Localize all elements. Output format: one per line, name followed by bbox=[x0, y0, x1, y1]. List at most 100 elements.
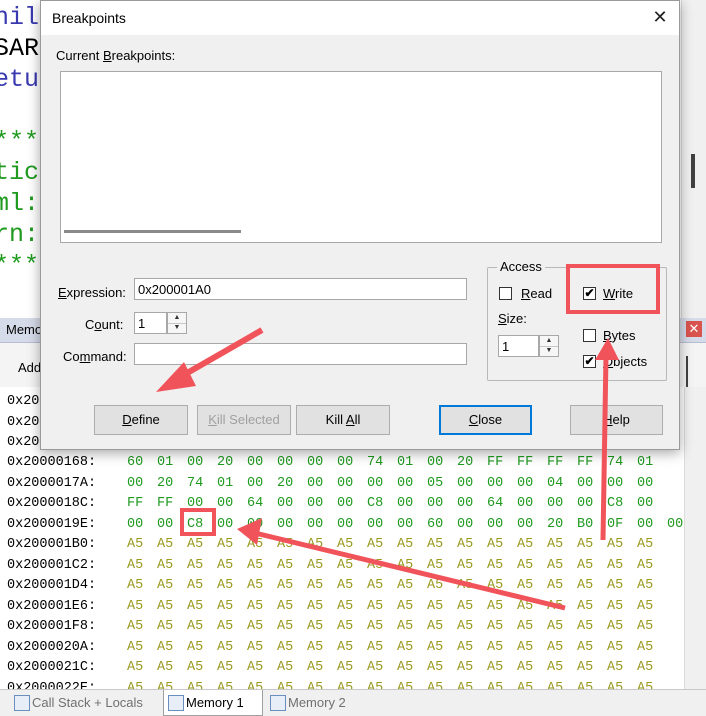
memory-byte[interactable]: A5 bbox=[367, 617, 397, 637]
memory-byte[interactable]: A5 bbox=[547, 638, 577, 658]
memory-byte[interactable]: A5 bbox=[607, 617, 637, 637]
memory-byte[interactable]: 00 bbox=[457, 474, 487, 494]
memory-byte[interactable]: A5 bbox=[337, 658, 367, 678]
memory-byte[interactable]: 00 bbox=[187, 453, 217, 473]
memory-byte[interactable]: A5 bbox=[637, 556, 667, 576]
read-checkbox[interactable] bbox=[499, 287, 512, 300]
memory-byte[interactable]: 64 bbox=[247, 494, 277, 514]
memory-byte[interactable]: 00 bbox=[247, 515, 277, 535]
dialog-titlebar[interactable]: Breakpoints ✕ bbox=[41, 1, 679, 35]
memory-byte[interactable]: A5 bbox=[547, 597, 577, 617]
memory-byte[interactable]: A5 bbox=[127, 597, 157, 617]
tab-memory-1[interactable]: Memory 1 bbox=[163, 690, 263, 716]
memory-byte[interactable]: A5 bbox=[337, 617, 367, 637]
memory-byte[interactable]: A5 bbox=[607, 576, 637, 596]
memory-byte[interactable]: 74 bbox=[607, 453, 637, 473]
memory-byte[interactable]: A5 bbox=[547, 535, 577, 555]
memory-byte[interactable]: A5 bbox=[247, 597, 277, 617]
memory-byte[interactable]: A5 bbox=[637, 658, 667, 678]
memory-byte[interactable]: A5 bbox=[427, 535, 457, 555]
memory-byte[interactable]: A5 bbox=[127, 617, 157, 637]
memory-byte[interactable]: A5 bbox=[277, 638, 307, 658]
memory-byte[interactable]: A5 bbox=[547, 556, 577, 576]
memory-byte[interactable]: 00 bbox=[517, 494, 547, 514]
memory-byte[interactable]: 01 bbox=[157, 453, 187, 473]
memory-byte[interactable]: A5 bbox=[607, 597, 637, 617]
memory-byte[interactable]: A5 bbox=[187, 556, 217, 576]
memory-byte[interactable]: A5 bbox=[307, 597, 337, 617]
memory-byte[interactable]: A5 bbox=[247, 576, 277, 596]
memory-byte[interactable]: A5 bbox=[217, 597, 247, 617]
memory-byte[interactable]: 00 bbox=[307, 515, 337, 535]
memory-byte[interactable]: A5 bbox=[367, 597, 397, 617]
memory-byte[interactable]: FF bbox=[157, 494, 187, 514]
memory-byte[interactable]: A5 bbox=[637, 638, 667, 658]
memory-row[interactable]: 0x200001F8: A5 A5 A5 A5 A5 A5 A5 A5 A5 A5 A5 A5 A5 A5 A… bbox=[7, 617, 667, 637]
memory-byte[interactable]: A5 bbox=[217, 535, 247, 555]
memory-byte[interactable]: 20 bbox=[277, 474, 307, 494]
memory-byte[interactable]: A5 bbox=[217, 556, 247, 576]
memory-byte[interactable]: A5 bbox=[457, 638, 487, 658]
memory-byte[interactable]: A5 bbox=[157, 617, 187, 637]
memory-byte[interactable]: A5 bbox=[397, 535, 427, 555]
kill-selected-button[interactable]: Kill Selected bbox=[197, 405, 291, 435]
memory-byte[interactable]: 20 bbox=[157, 474, 187, 494]
memory-byte[interactable]: A5 bbox=[517, 576, 547, 596]
memory-byte[interactable]: 64 bbox=[487, 494, 517, 514]
memory-byte[interactable]: 20 bbox=[547, 515, 577, 535]
memory-byte[interactable]: 00 bbox=[217, 515, 247, 535]
memory-byte[interactable]: 20 bbox=[217, 453, 247, 473]
memory-byte[interactable]: A5 bbox=[457, 535, 487, 555]
memory-byte[interactable]: A5 bbox=[187, 597, 217, 617]
memory-byte[interactable]: A5 bbox=[307, 535, 337, 555]
memory-byte[interactable]: A5 bbox=[577, 556, 607, 576]
memory-byte[interactable]: A5 bbox=[577, 617, 607, 637]
memory-byte[interactable]: 00 bbox=[187, 494, 217, 514]
memory-byte[interactable]: FF bbox=[127, 494, 157, 514]
memory-byte[interactable]: A5 bbox=[637, 597, 667, 617]
write-checkbox[interactable]: ✔ bbox=[583, 287, 596, 300]
memory-byte[interactable]: 00 bbox=[217, 494, 247, 514]
memory-byte[interactable]: A5 bbox=[487, 597, 517, 617]
memory-byte[interactable]: A5 bbox=[247, 638, 277, 658]
memory-scrollbar[interactable] bbox=[684, 387, 706, 689]
memory-byte[interactable]: A5 bbox=[457, 658, 487, 678]
help-button[interactable]: Help bbox=[570, 405, 663, 435]
memory-byte[interactable]: A5 bbox=[367, 658, 397, 678]
memory-byte[interactable]: 00 bbox=[397, 494, 427, 514]
memory-byte[interactable]: 74 bbox=[187, 474, 217, 494]
memory-byte[interactable]: A5 bbox=[427, 597, 457, 617]
expression-input[interactable]: 0x200001A0 bbox=[134, 278, 467, 300]
memory-byte[interactable]: 00 bbox=[607, 474, 637, 494]
memory-byte[interactable]: FF bbox=[487, 453, 517, 473]
memory-byte[interactable]: A5 bbox=[157, 597, 187, 617]
memory-byte[interactable]: A5 bbox=[457, 597, 487, 617]
memory-byte[interactable]: 0F bbox=[607, 515, 637, 535]
count-spinner[interactable]: ▲ ▼ bbox=[167, 312, 187, 334]
size-input[interactable]: 1 bbox=[498, 335, 539, 357]
tab-call-stack-locals[interactable]: Call Stack + Locals bbox=[10, 690, 164, 715]
memory-byte[interactable]: A5 bbox=[397, 597, 427, 617]
memory-byte[interactable]: 00 bbox=[247, 453, 277, 473]
memory-byte[interactable]: A5 bbox=[607, 556, 637, 576]
memory-byte[interactable]: A5 bbox=[247, 556, 277, 576]
memory-byte[interactable]: A5 bbox=[337, 638, 367, 658]
memory-byte[interactable]: A5 bbox=[487, 576, 517, 596]
memory-byte[interactable]: 01 bbox=[217, 474, 247, 494]
memory-byte[interactable]: A5 bbox=[337, 556, 367, 576]
tab-memory-2[interactable]: Memory 2 bbox=[266, 690, 378, 715]
memory-byte[interactable]: A5 bbox=[187, 535, 217, 555]
memory-byte[interactable]: 60 bbox=[427, 515, 457, 535]
memory-byte[interactable]: A5 bbox=[427, 658, 457, 678]
count-input[interactable]: 1 bbox=[134, 312, 167, 334]
editor-scroll-thumb[interactable] bbox=[691, 154, 695, 188]
memory-byte[interactable]: A5 bbox=[517, 638, 547, 658]
memory-byte[interactable]: 20 bbox=[457, 453, 487, 473]
memory-byte[interactable]: 00 bbox=[427, 494, 457, 514]
memory-row[interactable]: 0x2000020A: A5 A5 A5 A5 A5 A5 A5 A5 A5 A5 A5 A5 A5 A5 A… bbox=[7, 638, 667, 658]
objects-checkbox[interactable]: ✔ bbox=[583, 355, 596, 368]
memory-row[interactable]: 0x2000019E: 00 00 C8 00 00 00 00 00 00 00 60 00 00 00 2… bbox=[7, 515, 697, 535]
memory-byte[interactable]: 00 bbox=[307, 453, 337, 473]
memory-byte[interactable]: 00 bbox=[127, 474, 157, 494]
memory-byte[interactable]: A5 bbox=[577, 638, 607, 658]
